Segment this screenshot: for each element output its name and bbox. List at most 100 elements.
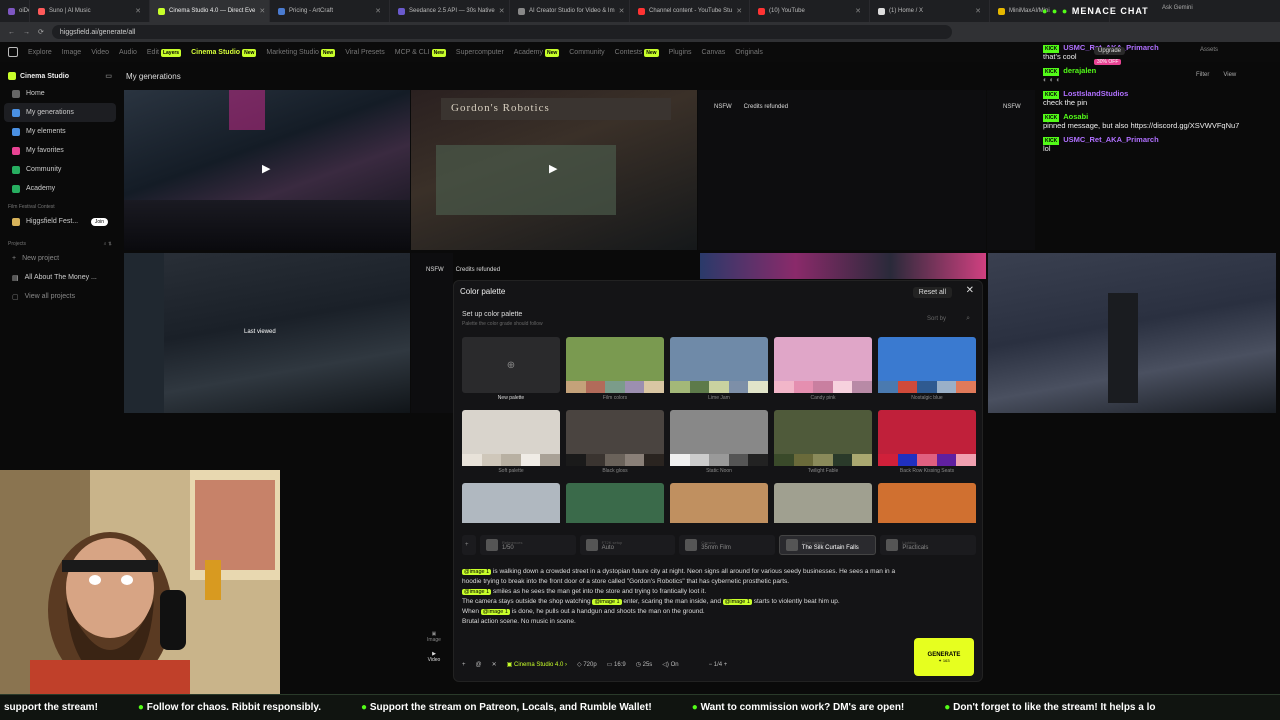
site-nav-item[interactable]: Explore <box>28 49 52 56</box>
palette-card[interactable] <box>774 483 872 523</box>
palette-card[interactable]: Static Noon <box>670 410 768 474</box>
site-nav-item[interactable]: Canvas <box>702 49 726 56</box>
reset-all-button[interactable]: Reset all <box>912 287 952 298</box>
sidebar-item-festival[interactable]: Higgsfield Fest... Join <box>4 212 116 231</box>
view-button[interactable]: View <box>1223 72 1236 78</box>
tab-close-icon[interactable]: ✕ <box>375 7 381 15</box>
collapse-sidebar-icon[interactable]: ▭ <box>105 72 112 80</box>
site-nav-item[interactable]: Community <box>569 49 604 56</box>
palette-card[interactable]: ⊕ New palette <box>462 337 560 401</box>
setting-references[interactable]: References 1/50 <box>480 535 576 555</box>
new-project-button[interactable]: + New project <box>4 249 116 268</box>
setting-color-palette[interactable]: Color palette The Silk Curtain Falls <box>778 535 877 555</box>
generation-tile[interactable]: Gordon's Robotics ▶ <box>411 90 697 250</box>
add-icon[interactable]: + <box>462 662 466 668</box>
browser-tab[interactable]: Channel content - YouTube Stu ✕ <box>630 0 750 22</box>
generation-tile[interactable] <box>988 253 1276 413</box>
sidebar-item[interactable]: Academy <box>4 179 116 198</box>
image-mention[interactable]: @image 1 <box>462 569 492 575</box>
close-icon[interactable]: ✕ <box>966 285 974 296</box>
palette-card[interactable]: Back Row Kissing Seats <box>878 410 976 474</box>
generate-button[interactable]: GENERATE ✦ 163 <box>914 638 974 676</box>
palette-card[interactable]: Black gloss <box>566 410 664 474</box>
play-icon[interactable]: ▶ <box>549 162 557 175</box>
palette-card[interactable] <box>462 483 560 523</box>
view-all-projects-link[interactable]: ▢ View all projects <box>4 287 116 306</box>
tab-close-icon[interactable]: ✕ <box>736 7 742 15</box>
image-mention[interactable]: @image 1 <box>592 599 622 605</box>
play-icon[interactable]: ▶ <box>262 162 270 175</box>
site-nav-item[interactable]: Academy New <box>514 48 560 57</box>
palette-card[interactable] <box>566 483 664 523</box>
browser-tab[interactable]: Suno | AI Music ✕ <box>30 0 150 22</box>
tab-close-icon[interactable]: ✕ <box>499 7 505 15</box>
site-nav-item[interactable]: Cinema Studio New <box>191 48 257 57</box>
generation-tile[interactable]: ▶ <box>124 90 410 250</box>
palette-card[interactable]: Film colors <box>566 337 664 401</box>
sidebar-item[interactable]: My elements <box>4 122 116 141</box>
site-nav-item[interactable]: Image <box>62 49 81 56</box>
tab-close-icon[interactable]: ✕ <box>135 7 141 15</box>
browser-tab[interactable]: (1) Home / X ✕ <box>870 0 990 22</box>
site-nav-item[interactable]: Audio <box>119 49 137 56</box>
search-projects-icon[interactable]: ⌕ ⇅ <box>104 241 112 247</box>
site-logo-icon[interactable] <box>8 47 18 57</box>
tab-close-icon[interactable]: ✕ <box>619 7 625 15</box>
site-nav-item[interactable]: Contests New <box>615 48 659 57</box>
palette-card[interactable]: Candy pink <box>774 337 872 401</box>
search-icon[interactable]: ⌕ <box>966 315 970 323</box>
setting-ft2k-setup[interactable]: FT2K setup Auto <box>579 535 676 555</box>
filter-button[interactable]: Filter <box>1196 72 1209 78</box>
browser-tab[interactable]: (10) YouTube ✕ <box>750 0 870 22</box>
sidebar-item[interactable]: My generations <box>4 103 116 122</box>
setting-lighting[interactable]: Lighting Practicals <box>880 535 976 555</box>
reload-icon[interactable]: ⟳ <box>38 28 44 36</box>
site-nav-item[interactable]: MCP & CLI New <box>395 48 446 57</box>
browser-tab[interactable]: AI Creator Studio for Video & Im ✕ <box>510 0 630 22</box>
site-nav-item[interactable]: Originals <box>735 49 763 56</box>
palette-card[interactable]: Lime Jam <box>670 337 768 401</box>
sidebar-item[interactable]: Home <box>4 84 116 103</box>
assets-link[interactable]: Assets <box>1200 47 1218 53</box>
back-icon[interactable]: ← <box>8 29 15 36</box>
refunded-tile[interactable] <box>411 253 453 413</box>
site-nav-item[interactable]: Marketing Studio New <box>266 48 336 57</box>
duration-selector[interactable]: ◷ 25s <box>636 661 653 668</box>
image-mention[interactable]: @image 1 <box>462 589 492 595</box>
site-nav-item[interactable]: Edit Layers <box>147 48 182 57</box>
palette-card[interactable] <box>670 483 768 523</box>
project-item[interactable]: ▤ All About The Money ... <box>4 268 116 287</box>
site-nav-item[interactable]: Video <box>91 49 109 56</box>
site-nav-item[interactable]: Supercomputer <box>456 49 504 56</box>
browser-tab[interactable]: Pricing - ArtCraft ✕ <box>270 0 390 22</box>
url-input[interactable]: higgsfield.ai/generate/all <box>51 25 952 39</box>
tab-close-icon[interactable]: ✕ <box>259 7 265 15</box>
video-mode-button[interactable]: ▶ Video <box>422 651 446 663</box>
ask-gemini-button[interactable]: Ask Gemini <box>1162 5 1193 11</box>
setting-camera[interactable]: Camera 35mm Film <box>679 535 775 555</box>
shuffle-icon[interactable]: ✕ <box>492 661 497 668</box>
image-mention[interactable]: @image 1 <box>480 609 510 615</box>
model-selector[interactable]: ▣ Cinema Studio 4.0 › <box>507 661 567 668</box>
site-nav-item[interactable]: Viral Presets <box>345 49 385 56</box>
generation-tile[interactable]: Last viewed <box>124 253 410 413</box>
tab-close-icon[interactable]: ✕ <box>975 7 981 15</box>
upgrade-button[interactable]: Upgrade <box>1094 47 1126 55</box>
generation-tile[interactable] <box>700 253 986 279</box>
aspect-selector[interactable]: ▭ 16:9 <box>607 661 626 668</box>
resolution-selector[interactable]: ◇ 720p <box>577 661 597 668</box>
site-nav-item[interactable]: Plugins <box>669 49 692 56</box>
browser-tab[interactable]: Cinema Studio 4.0 — Direct Eve ✕ <box>150 0 270 22</box>
palette-card[interactable]: Nostalgic blue <box>878 337 976 401</box>
add-reference-icon[interactable]: + <box>462 535 476 555</box>
image-mode-button[interactable]: ▣ Image <box>422 631 446 643</box>
at-icon[interactable]: @ <box>476 662 482 668</box>
join-button[interactable]: Join <box>90 217 108 226</box>
palette-card[interactable]: Twilight Fable <box>774 410 872 474</box>
refunded-tile[interactable]: NSFW <box>987 90 1035 250</box>
sidebar-item[interactable]: Community <box>4 160 116 179</box>
refunded-tile[interactable]: NSFW Credits refunded <box>698 90 986 250</box>
prompt-textarea[interactable]: @image 1 is walking down a crowded stree… <box>462 567 902 627</box>
browser-tab[interactable]: Seedance 2.5 API — 30s Native ✕ <box>390 0 510 22</box>
count-stepper[interactable]: − 1/4 + <box>709 662 728 668</box>
